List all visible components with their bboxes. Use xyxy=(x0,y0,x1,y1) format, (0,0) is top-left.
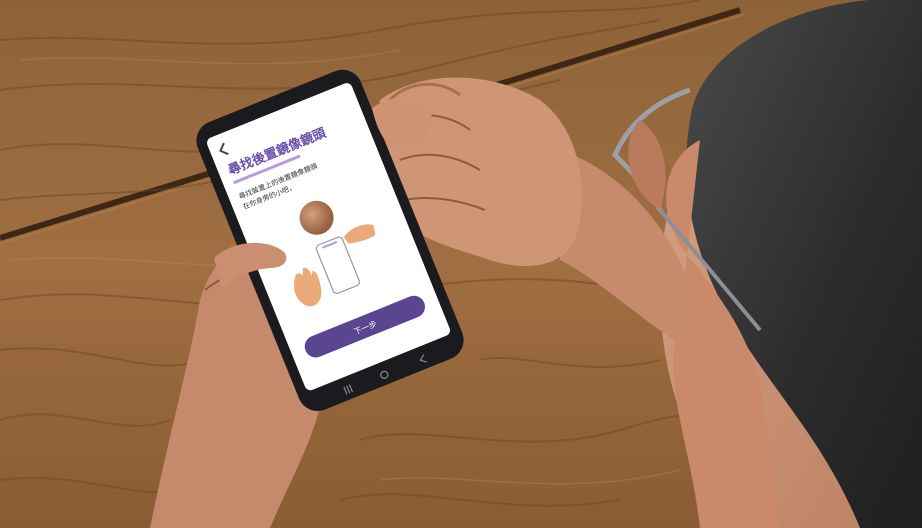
photo-scene: 尋找後置鏡像鏡頭 尋找裝置上的後置鏡像鏡頭 在你身旁的小吧， 下一步 xyxy=(0,0,922,528)
